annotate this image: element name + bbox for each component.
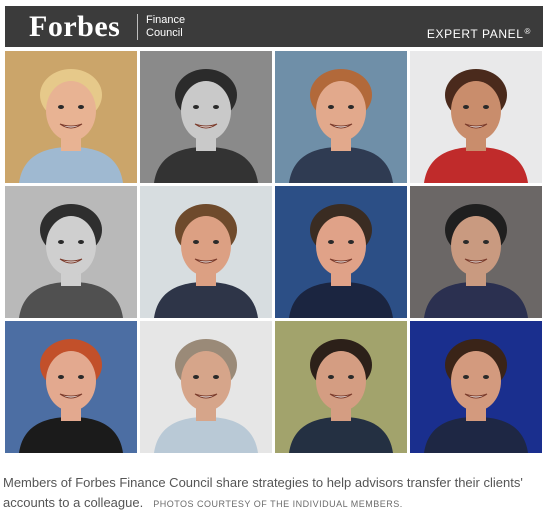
left-eye [328,105,334,109]
face [451,81,501,141]
face [46,216,96,276]
left-eye [193,105,199,109]
face [316,351,366,411]
portrait-image [410,51,542,183]
left-eye [193,240,199,244]
left-eye [463,105,469,109]
portrait-image [140,321,272,453]
member-photo [275,51,407,183]
portrait-image [140,186,272,318]
council-name: Finance Council [137,14,185,40]
right-eye [213,375,219,379]
council-line-1: Finance [146,14,186,26]
expert-panel-label: EXPERT PANEL® [427,27,531,41]
member-photo [5,186,137,318]
right-eye [213,105,219,109]
face [181,81,231,141]
right-eye [348,105,354,109]
face [316,81,366,141]
right-eye [213,240,219,244]
left-eye [463,240,469,244]
left-eye [328,240,334,244]
right-eye [483,240,489,244]
face [46,351,96,411]
portrait-image [275,51,407,183]
council-line-2: Council [146,27,183,39]
right-eye [78,375,84,379]
photo-caption: Members of Forbes Finance Council share … [3,473,543,514]
right-eye [348,375,354,379]
member-photo [410,186,542,318]
member-photo [5,321,137,453]
face [451,216,501,276]
photo-credit: PHOTOS COURTESY OF THE INDIVIDUAL MEMBER… [153,499,403,509]
expert-panel-text: EXPERT PANEL [426,27,524,41]
right-eye [78,105,84,109]
expert-panel-header: Forbes Finance Council EXPERT PANEL® [5,6,543,47]
right-eye [483,375,489,379]
left-eye [193,375,199,379]
portrait-image [5,51,137,183]
forbes-logo[interactable]: Forbes [29,10,120,44]
member-photo [275,321,407,453]
member-photo-grid [5,51,543,453]
member-photo [140,51,272,183]
member-photo [275,186,407,318]
right-eye [483,105,489,109]
left-eye [58,375,64,379]
member-photo [410,321,542,453]
right-eye [348,240,354,244]
face [181,351,231,411]
member-photo [140,186,272,318]
registered-mark: ® [524,27,531,36]
member-photo [5,51,137,183]
left-eye [58,105,64,109]
face [181,216,231,276]
portrait-image [275,321,407,453]
portrait-image [410,186,542,318]
member-photo [410,51,542,183]
portrait-image [140,51,272,183]
left-eye [58,240,64,244]
member-photo [140,321,272,453]
portrait-image [5,186,137,318]
portrait-image [5,321,137,453]
portrait-image [410,321,542,453]
left-eye [328,375,334,379]
face [46,81,96,141]
left-eye [463,375,469,379]
face [316,216,366,276]
face [451,351,501,411]
portrait-image [275,186,407,318]
right-eye [78,240,84,244]
